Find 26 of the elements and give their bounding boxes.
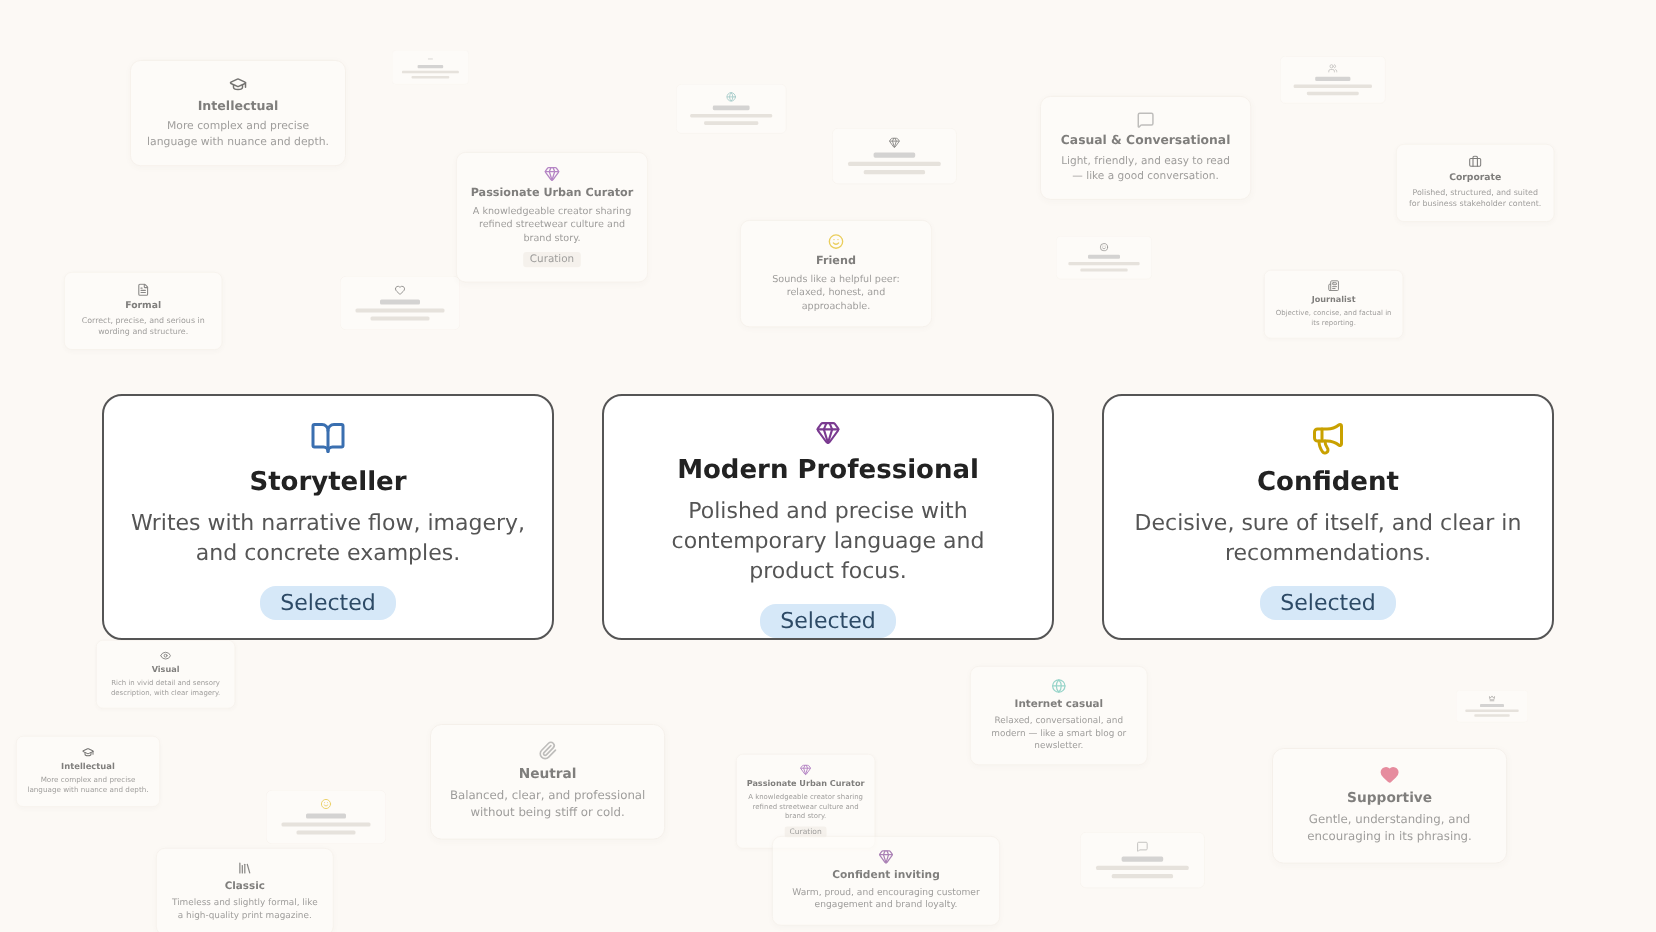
speech-bubble-icon [1136,110,1155,129]
tone-card[interactable]: Confident Decisive, sure of itself, and clear in recommendations. Selected [1102,394,1554,640]
paperclip-icon [537,740,558,761]
smiley-icon [828,233,844,250]
tone-card[interactable]: Storyteller Writes with narrative flow, imagery, and concrete examples. Selected [102,394,554,640]
graduation-cap-icon [229,75,247,94]
selected-badge: Selected [1260,585,1396,620]
selected-badge: Selected [260,585,396,620]
gem-icon [544,165,560,182]
heart-icon [1379,764,1400,785]
card-title: Confident [1257,468,1399,498]
faint-card-drawing [1080,832,1205,889]
faint-card-drawing [340,276,460,330]
selected-badge: Selected [760,604,896,638]
card-title: Modern Professional [677,456,979,487]
card-title: Storyteller [249,468,407,498]
book-icon [310,420,346,456]
faint-card-drawing [832,128,957,185]
faint-card-drawing [676,84,787,134]
megaphone-icon [1310,420,1346,456]
tone-card[interactable]: Modern Professional Polished and precise with contemporary language and product focus. Selected [602,394,1054,640]
card-description: Writes with narrative flow, imagery, and concrete examples. [129,510,527,570]
card-description: Decisive, sure of itself, and clear in recommendations. [1132,510,1524,570]
faint-card-drawing [1280,56,1386,104]
faint-card-drawing [266,790,386,844]
card-description: Polished and precise with contemporary language and product focus. [669,498,987,588]
